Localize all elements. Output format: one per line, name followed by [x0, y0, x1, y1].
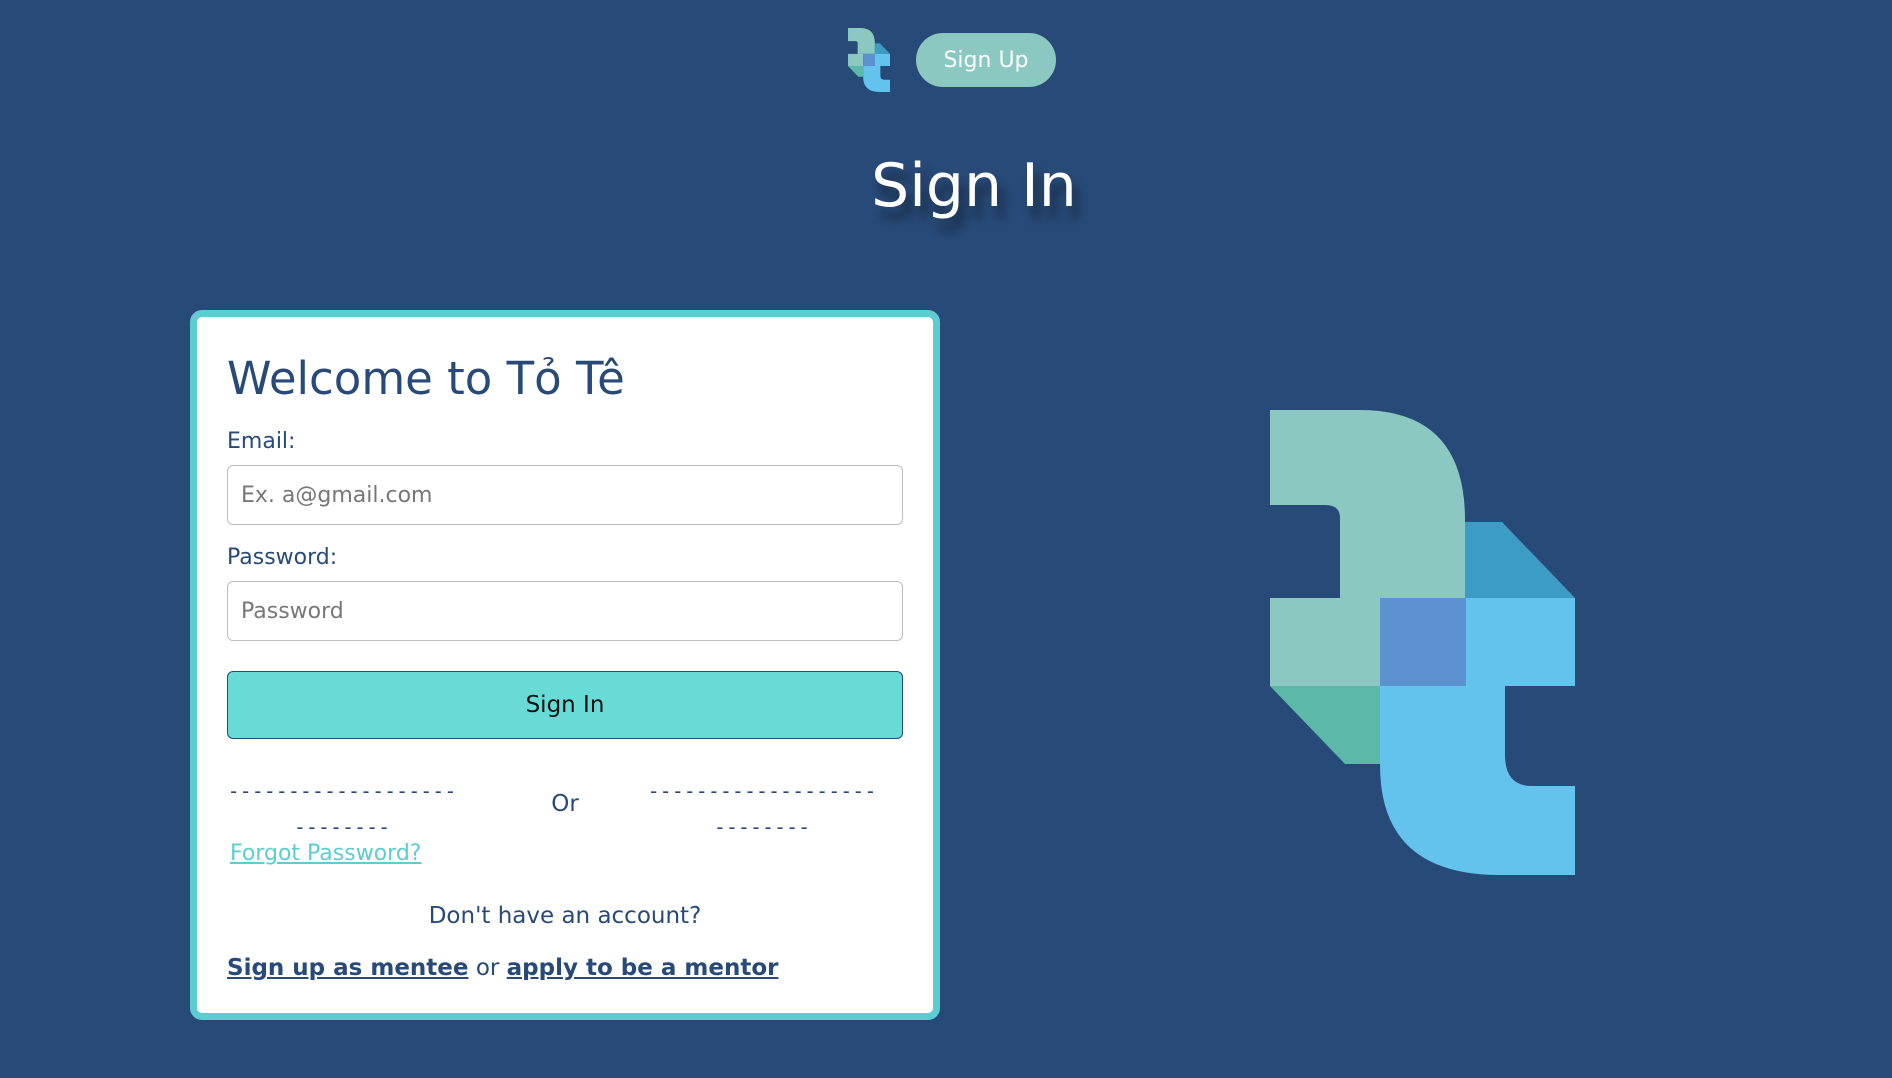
divider-line-right: ---------------------------	[647, 779, 877, 839]
sign-in-card: Welcome to Tỏ Tê Email: Password: Sign I…	[190, 310, 940, 1020]
or-connector: or	[475, 955, 500, 981]
password-label: Password:	[227, 545, 338, 570]
sign-up-button[interactable]: Sign Up	[916, 33, 1056, 87]
page-title: Sign In	[871, 151, 1077, 221]
no-account-text: Don't have an account?	[428, 903, 702, 929]
sign-in-page: Sign Up Sign In Welcome to Tỏ Tê Email: …	[0, 0, 1892, 1078]
sign-up-mentee-link[interactable]: Sign up as mentee	[227, 955, 469, 981]
email-field[interactable]	[227, 465, 903, 525]
apply-mentor-link[interactable]: apply to be a mentor	[507, 955, 779, 981]
welcome-heading: Welcome to Tỏ Tê	[227, 352, 625, 405]
password-field[interactable]	[227, 581, 903, 641]
tote-large-logo-icon	[1270, 410, 1575, 875]
tote-logo-icon[interactable]	[848, 28, 890, 92]
or-divider: --------------------------- Or ---------…	[227, 773, 903, 839]
email-label: Email:	[227, 429, 296, 454]
top-navigation: Sign Up	[848, 28, 1056, 92]
sign-in-button[interactable]: Sign In	[227, 671, 903, 739]
signup-links: Sign up as mentee or apply to be a mento…	[227, 954, 903, 982]
